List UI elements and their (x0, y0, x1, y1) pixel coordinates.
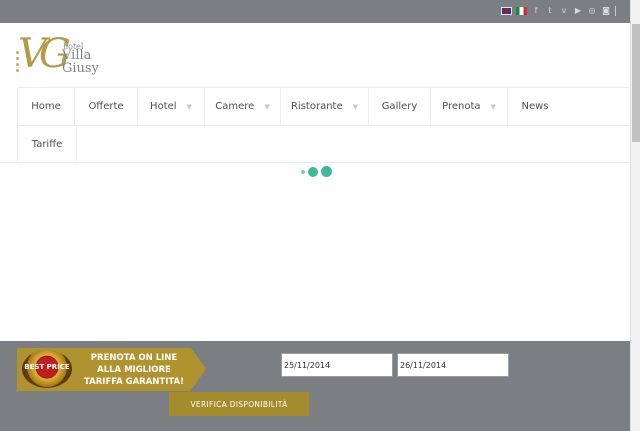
chevron-down-icon: ▼ (186, 102, 192, 111)
nav-item-gallery[interactable]: Gallery (368, 88, 430, 125)
badge-text: BEST PRICE (24, 363, 70, 371)
facebook-icon[interactable]: f (531, 6, 541, 16)
chevron-down-icon: ▼ (352, 102, 359, 111)
checkin-date-input[interactable]: 25/11/2014 (281, 353, 393, 377)
youtube-icon[interactable]: ▶ (573, 6, 583, 16)
nav-item-tariffe[interactable]: Tariffe (17, 126, 77, 163)
banner-arrow (191, 348, 206, 390)
social-icons: f t v ▶ ◎ ◙ (501, 6, 616, 16)
loading-spinner (301, 166, 332, 177)
scrollbar[interactable] (630, 0, 640, 431)
nav-item-ristorante[interactable]: Ristorante ▼ (280, 88, 368, 125)
nav-label: Gallery (381, 101, 418, 112)
logo-monogram: VG (18, 31, 71, 77)
nav-item-home[interactable]: Home (17, 88, 74, 125)
nav-label: Prenota (442, 101, 481, 112)
nav-item-hotel[interactable]: Hotel ▼ (137, 88, 204, 125)
checkout-date-input[interactable]: 26/11/2014 (397, 353, 509, 377)
nav-item-camere[interactable]: Camere ▼ (204, 88, 280, 125)
nav-row: Tariffe (17, 125, 630, 163)
nav-label: Ristorante (290, 101, 343, 112)
logo-name: Villa Giusy (62, 49, 99, 75)
promo-line: PRENOTA ON LINE (90, 353, 178, 363)
logo[interactable]: VG hotel Villa Giusy (16, 31, 106, 89)
booking-bar: BEST PRICE PRENOTA ON LINE ALLA MIGLIORE… (0, 341, 630, 431)
nav-row: Home Offerte Hotel ▼ Camere ▼ Ristorante ▼ … (17, 87, 630, 125)
nav-label: Home (31, 101, 61, 112)
nav-label: Offerte (88, 101, 124, 112)
loader-dot (321, 166, 332, 177)
main-nav: Home Offerte Hotel ▼ Camere ▼ Ristorante ▼ … (17, 87, 630, 163)
flag-uk-icon[interactable] (501, 7, 512, 15)
nav-label: Hotel (150, 101, 177, 112)
nav-label: Tariffe (31, 139, 63, 150)
divider (615, 6, 616, 16)
nav-label: News (521, 101, 549, 112)
nav-item-offerte[interactable]: Offerte (74, 88, 137, 125)
loader-dot (308, 166, 318, 177)
flag-it-icon[interactable] (516, 7, 527, 15)
loader-dot (301, 169, 305, 174)
verify-availability-button[interactable]: VERIFICA DISPONIBILITÀ (169, 392, 309, 416)
vimeo-icon[interactable]: v (559, 6, 569, 16)
promo-line: ALLA MIGLIORE (97, 365, 171, 375)
tripadvisor-icon[interactable]: ◎ (587, 6, 597, 16)
chevron-down-icon: ▼ (490, 102, 496, 111)
chevron-down-icon: ▼ (264, 102, 270, 111)
content-area (0, 163, 630, 341)
best-price-banner: BEST PRICE PRENOTA ON LINE ALLA MIGLIORE… (17, 348, 207, 391)
top-bar: f t v ▶ ◎ ◙ (0, 0, 630, 23)
nav-item-news[interactable]: News (507, 88, 562, 125)
nav-item-prenota[interactable]: Prenota ▼ (430, 88, 507, 125)
promo-line: TARIFFA GARANTITA! (84, 377, 184, 387)
scrollbar-thumb[interactable] (632, 24, 640, 142)
site-header: VG hotel Villa Giusy Home Offerte Hotel ▼… (0, 23, 630, 163)
twitter-icon[interactable]: t (545, 6, 555, 16)
logo-name-line2: Giusy (62, 61, 99, 76)
instagram-icon[interactable]: ◙ (601, 6, 611, 16)
nav-label: Camere (215, 101, 255, 112)
best-price-badge-icon: BEST PRICE (22, 350, 72, 388)
promo-text: PRENOTA ON LINE ALLA MIGLIORE TARIFFA GA… (75, 352, 193, 388)
